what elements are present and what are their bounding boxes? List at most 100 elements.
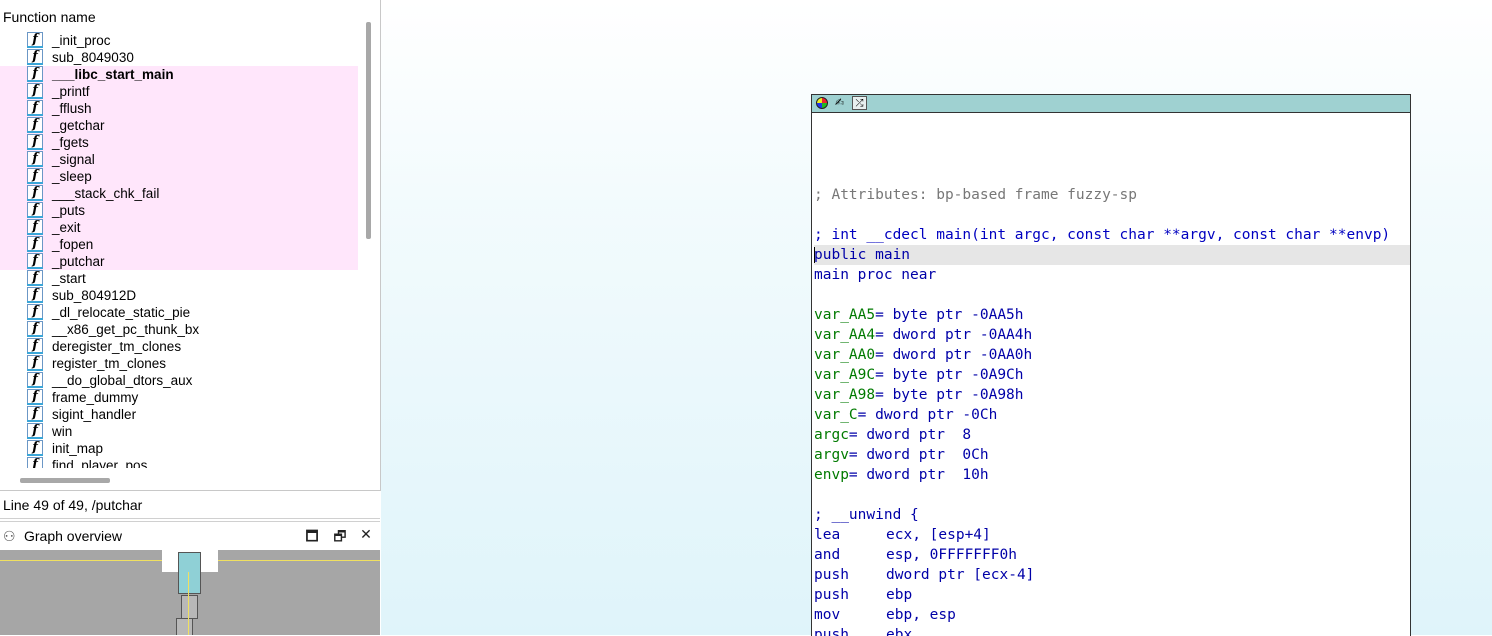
disasm-line[interactable]: ; int __cdecl main(int argc, const char … [814,225,1410,245]
disassembly-listing[interactable]: ; Attributes: bp-based frame fuzzy-sp ; i… [814,165,1410,636]
disasm-line[interactable]: mov ebp, esp [814,605,1410,625]
close-icon[interactable]: ✕ [358,526,374,543]
function-name: _fgets [52,135,89,150]
node-titlebar: ✍ ⤮ [812,95,1410,113]
disasm-line[interactable]: envp= dword ptr 10h [814,465,1410,485]
graph-overview-title: Graph overview [24,528,123,544]
function-list-item[interactable]: f register_tm_clones [0,355,358,372]
function-icon: f [27,253,43,269]
node-color-icon[interactable] [814,96,829,110]
function-name: _sleep [52,169,92,184]
disasm-line[interactable]: var_AA5= byte ptr -0AA5h [814,305,1410,325]
stack-var-name: var_AA0 [814,347,876,363]
graph-overview-icon: ⚇ [3,528,16,544]
instruction-mnemonic: push [814,627,849,636]
function-list-item[interactable]: f _fopen [0,236,358,253]
function-list-item[interactable]: f _exit [0,219,358,236]
disasm-line[interactable]: var_C= dword ptr -0Ch [814,405,1410,425]
function-name-column-header[interactable]: Function name [3,9,96,25]
function-icon: f [27,83,43,99]
instruction-operands: ecx, [esp+4] [886,527,991,543]
function-list-item[interactable]: f sigint_handler [0,406,358,423]
disasm-line[interactable]: main proc near [814,265,1410,285]
function-list-item[interactable]: f _fgets [0,134,358,151]
disasm-line[interactable]: var_A98= byte ptr -0A98h [814,385,1410,405]
function-list-item[interactable]: f init_map [0,440,358,457]
disasm-line[interactable]: var_AA0= dword ptr -0AA0h [814,345,1410,365]
function-list-item[interactable]: f win [0,423,358,440]
function-list-item[interactable]: f _puts [0,202,358,219]
stack-var-definition: = dword ptr 10h [848,467,989,483]
graph-node-main[interactable]: ✍ ⤮ ; Attributes: bp-based frame fuzzy-s… [811,94,1411,636]
function-list-item[interactable]: f frame_dummy [0,389,358,406]
function-list-item[interactable]: f sub_8049030 [0,49,358,66]
function-icon: f [27,338,43,354]
functions-status-bar: Line 49 of 49, /putchar [0,491,380,519]
function-name: _dl_relocate_static_pie [52,305,191,320]
function-name: win [52,424,73,439]
function-list-item[interactable]: f _init_proc [0,32,358,49]
function-list-item[interactable]: f ___libc_start_main [0,66,358,83]
instruction-operands: dword ptr [ecx-4] [886,567,1035,583]
float-window-icon[interactable]: 🗗 [332,526,348,550]
function-list-item[interactable]: f deregister_tm_clones [0,338,358,355]
function-list-item[interactable]: f __do_global_dtors_aux [0,372,358,389]
function-name: init_map [52,441,104,456]
maximize-icon[interactable]: 🗖 [304,526,320,550]
function-name: find_player_pos [52,458,148,468]
disasm-line[interactable]: argc= dword ptr 8 [814,425,1410,445]
stack-var-name: envp [814,467,849,483]
function-name: __do_global_dtors_aux [52,373,193,388]
stack-var-name: argv [814,447,849,463]
stack-var-name: argc [814,427,849,443]
vertical-scrollbar-thumb[interactable] [366,22,371,239]
disasm-line[interactable]: ; __unwind { [814,505,1410,525]
disasm-line[interactable]: push dword ptr [ecx-4] [814,565,1410,585]
function-icon: f [27,389,43,405]
function-icon: f [27,457,43,468]
functions-window: Function name f _init_proc f sub_8049030 f __… [0,0,381,491]
function-list-item[interactable]: f _dl_relocate_static_pie [0,304,358,321]
horizontal-scrollbar-thumb[interactable] [20,478,110,483]
function-list[interactable]: f _init_proc f sub_8049030 f ___libc_start_ma… [0,32,358,468]
instruction-operands: esp, 0FFFFFFF0h [886,547,1017,563]
instruction-mnemonic: push [814,587,849,603]
rename-icon[interactable]: ✍ [832,96,847,110]
function-list-item[interactable]: f _printf [0,83,358,100]
function-list-item[interactable]: f _getchar [0,117,358,134]
function-name: __x86_get_pc_thunk_bx [52,322,200,337]
disasm-line[interactable]: var_AA4= dword ptr -0AA4h [814,325,1410,345]
function-list-item[interactable]: f _putchar [0,253,358,270]
prototype-comment: ; int __cdecl main(int argc, const char … [814,227,1391,243]
disasm-line[interactable]: ; Attributes: bp-based frame fuzzy-sp [814,185,1410,205]
overview-node-main [178,552,201,594]
disasm-line[interactable]: push ebp [814,585,1410,605]
function-name: _printf [52,84,90,99]
function-icon: f [27,321,43,337]
function-list-item[interactable]: f __x86_get_pc_thunk_bx [0,321,358,338]
function-icon: f [27,49,43,65]
function-icon: f [27,270,43,286]
instruction-operands: ebp, esp [886,607,956,623]
disasm-line[interactable]: var_A9C= byte ptr -0A9Ch [814,365,1410,385]
disasm-line[interactable]: and esp, 0FFFFFFF0h [814,545,1410,565]
function-list-item[interactable]: f _sleep [0,168,358,185]
function-icon: f [27,100,43,116]
disasm-line[interactable]: push ebx [814,625,1410,636]
function-icon: f [27,134,43,150]
stack-var-name: var_C [814,407,858,423]
function-list-item[interactable]: f sub_804912D [0,287,358,304]
graph-overview-canvas[interactable] [0,550,380,635]
function-list-item[interactable]: f _fflush [0,100,358,117]
function-icon: f [27,168,43,184]
function-list-item[interactable]: f _signal [0,151,358,168]
disasm-line[interactable]: public main [814,245,1410,265]
overview-node [176,618,193,635]
group-nodes-icon[interactable]: ⤮ [852,96,867,110]
function-list-item[interactable]: f _start [0,270,358,287]
function-list-item[interactable]: f ___stack_chk_fail [0,185,358,202]
stack-var-definition: = dword ptr -0AA4h [875,327,1033,343]
disasm-line[interactable]: lea ecx, [esp+4] [814,525,1410,545]
function-list-item[interactable]: f find_player_pos [0,457,358,468]
disasm-line[interactable]: argv= dword ptr 0Ch [814,445,1410,465]
